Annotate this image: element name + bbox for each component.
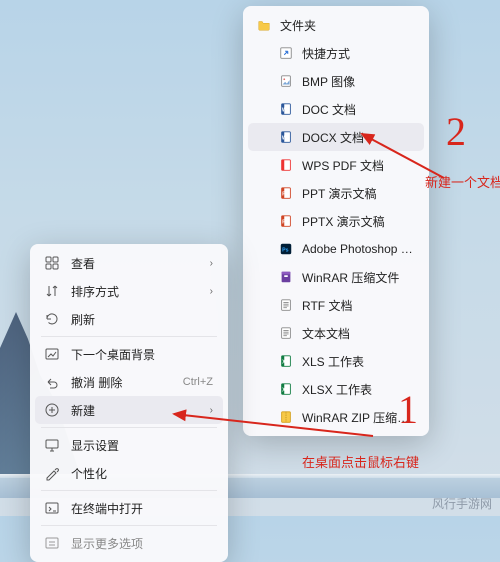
bmp-icon — [278, 72, 294, 90]
svg-text:P: P — [282, 220, 286, 226]
chevron-right-icon: › — [210, 405, 213, 416]
new-item-label: XLS 工作表 — [302, 353, 414, 370]
svg-text:W: W — [282, 108, 287, 114]
new-item-label: WPS PDF 文档 — [302, 157, 414, 174]
display-icon — [43, 436, 61, 454]
doc-icon: W — [278, 100, 294, 118]
menu-refresh[interactable]: 刷新 — [35, 305, 223, 333]
new-item-docx[interactable]: W DOCX 文档 — [248, 123, 424, 151]
undo-icon — [43, 373, 61, 391]
new-item-shortcut[interactable]: 快捷方式 — [248, 39, 424, 67]
menu-undo-delete[interactable]: 撤消 删除 Ctrl+Z — [35, 368, 223, 396]
new-item-rar[interactable]: WinRAR 压缩文件 — [248, 263, 424, 291]
menu-new[interactable]: 新建 › — [35, 396, 223, 424]
desktop-context-menu: 查看 › 排序方式 › 刷新 下一个桌面背景 撤消 删除 Ctrl+Z 新建 › — [30, 244, 228, 562]
new-item-wps[interactable]: WPS PDF 文档 — [248, 151, 424, 179]
xlsx-icon: X — [278, 380, 294, 398]
new-submenu: 文件夹快捷方式BMP 图像WDOC 文档WDOCX 文档WPS PDF 文档PP… — [243, 6, 429, 436]
new-item-ppt[interactable]: P PPT 演示文稿 — [248, 179, 424, 207]
menu-display-label: 显示设置 — [71, 437, 213, 454]
menu-sort-label: 排序方式 — [71, 283, 204, 300]
new-item-label: 快捷方式 — [302, 45, 414, 62]
menu-personalize[interactable]: 个性化 — [35, 459, 223, 487]
svg-text:X: X — [282, 388, 286, 394]
menu-undo-label: 撤消 删除 — [71, 374, 173, 391]
new-item-label: RTF 文档 — [302, 297, 414, 314]
chevron-right-icon: › — [210, 258, 213, 269]
xls-icon: X — [278, 352, 294, 370]
sort-icon — [43, 282, 61, 300]
txt-icon — [278, 324, 294, 342]
new-item-txt[interactable]: 文本文档 — [248, 319, 424, 347]
personalize-icon — [43, 464, 61, 482]
menu-refresh-label: 刷新 — [71, 311, 213, 328]
new-item-xls[interactable]: X XLS 工作表 — [248, 347, 424, 375]
ppt-icon: P — [278, 184, 294, 202]
menu-separator — [41, 525, 217, 526]
new-item-label: DOCX 文档 — [302, 129, 414, 146]
menu-terminal-label: 在终端中打开 — [71, 500, 213, 517]
menu-next-background[interactable]: 下一个桌面背景 — [35, 340, 223, 368]
menu-open-terminal[interactable]: 在终端中打开 — [35, 494, 223, 522]
menu-new-label: 新建 — [71, 402, 204, 419]
new-item-label: 文件夹 — [280, 17, 414, 34]
new-item-label: Adobe Photoshop Image 25 — [302, 242, 414, 256]
new-item-ps[interactable]: Ps Adobe Photoshop Image 25 — [248, 235, 424, 263]
menu-separator — [41, 490, 217, 491]
annotation-number-2: 2 — [446, 108, 466, 155]
menu-display-settings[interactable]: 显示设置 — [35, 431, 223, 459]
menu-show-more[interactable]: 显示更多选项 — [35, 529, 223, 557]
watermark: 风行手游网 — [432, 495, 492, 512]
new-item-label: PPT 演示文稿 — [302, 185, 414, 202]
new-item-rtf[interactable]: RTF 文档 — [248, 291, 424, 319]
new-item-pptx[interactable]: P PPTX 演示文稿 — [248, 207, 424, 235]
view-icon — [43, 254, 61, 272]
svg-text:P: P — [282, 192, 286, 198]
menu-sort[interactable]: 排序方式 › — [35, 277, 223, 305]
menu-view-label: 查看 — [71, 255, 204, 272]
refresh-icon — [43, 310, 61, 328]
annotation-text-1: 在桌面点击鼠标右键 — [302, 452, 419, 471]
chevron-right-icon: › — [210, 286, 213, 297]
pptx-icon: P — [278, 212, 294, 230]
annotation-number-1: 1 — [398, 386, 418, 433]
new-item-label: DOC 文档 — [302, 101, 414, 118]
svg-text:Ps: Ps — [282, 248, 289, 254]
new-item-label: WinRAR 压缩文件 — [302, 269, 414, 286]
more-icon — [43, 534, 61, 552]
new-item-folder[interactable]: 文件夹 — [248, 11, 424, 39]
svg-text:X: X — [282, 360, 286, 366]
menu-separator — [41, 427, 217, 428]
annotation-text-2: 新建一个文档 — [425, 172, 500, 191]
terminal-icon — [43, 499, 61, 517]
new-item-bmp[interactable]: BMP 图像 — [248, 67, 424, 95]
new-icon — [43, 401, 61, 419]
rar-icon — [278, 268, 294, 286]
menu-more-label: 显示更多选项 — [71, 535, 143, 552]
menu-personalize-label: 个性化 — [71, 465, 213, 482]
folder-icon — [256, 16, 272, 34]
nextbg-icon — [43, 345, 61, 363]
shortcut-icon — [278, 44, 294, 62]
undo-shortcut: Ctrl+Z — [183, 376, 213, 388]
menu-separator — [41, 336, 217, 337]
zip-icon — [278, 408, 294, 426]
wps-icon — [278, 156, 294, 174]
new-item-doc[interactable]: W DOC 文档 — [248, 95, 424, 123]
ps-icon: Ps — [278, 240, 294, 258]
rtf-icon — [278, 296, 294, 314]
new-item-label: BMP 图像 — [302, 73, 414, 90]
svg-text:W: W — [282, 136, 287, 142]
menu-view[interactable]: 查看 › — [35, 249, 223, 277]
docx-icon: W — [278, 128, 294, 146]
menu-nextbg-label: 下一个桌面背景 — [71, 346, 213, 363]
new-item-label: 文本文档 — [302, 325, 414, 342]
new-item-label: PPTX 演示文稿 — [302, 213, 414, 230]
